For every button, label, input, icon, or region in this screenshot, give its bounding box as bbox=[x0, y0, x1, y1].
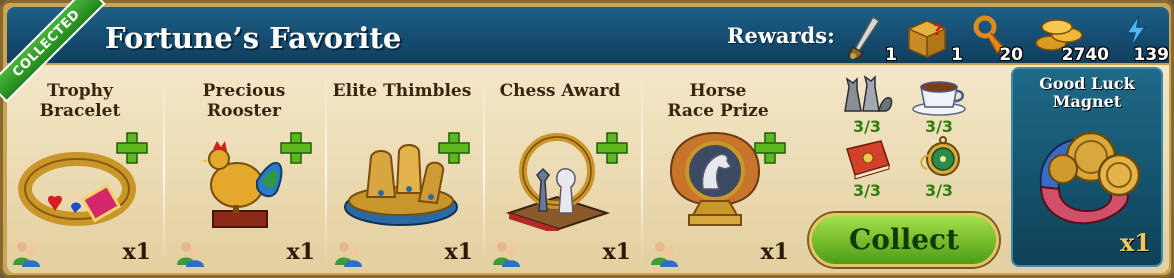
add-item-icon[interactable] bbox=[753, 131, 787, 165]
reward-count: 2740 bbox=[1061, 45, 1109, 65]
panel-header: Fortune’s Favorite Rewards: 1 ? 1 20 274… bbox=[7, 7, 1169, 65]
divider bbox=[163, 71, 165, 267]
ask-friends-icon[interactable] bbox=[649, 239, 679, 267]
item-precious-rooster[interactable]: Precious Rooster x1 bbox=[167, 71, 321, 273]
reward-count: 1 bbox=[885, 45, 897, 65]
collect-button[interactable]: Collect bbox=[809, 213, 999, 267]
reward-mystery-chest: ? 1 bbox=[903, 13, 963, 65]
red-book-icon bbox=[846, 140, 890, 180]
ask-friends-icon[interactable] bbox=[175, 239, 205, 267]
pocket-watch-icon bbox=[920, 136, 960, 176]
reward-count: 1 bbox=[951, 45, 963, 65]
collection-count: 3/3 bbox=[924, 181, 954, 200]
ask-friends-icon[interactable] bbox=[491, 239, 521, 267]
final-reward-name: Good Luck Magnet bbox=[1039, 74, 1135, 111]
ask-friends-icon[interactable] bbox=[11, 239, 41, 267]
reward-key: 20 bbox=[971, 13, 1023, 65]
mystery-chest-icon: ? bbox=[907, 20, 947, 59]
item-elite-thimbles[interactable]: Elite Thimbles x1 bbox=[325, 71, 479, 273]
svg-text:?: ? bbox=[933, 20, 942, 39]
item-name: Horse Race Prize bbox=[667, 81, 769, 121]
item-horse-race-prize[interactable]: Horse Race Prize x1 bbox=[641, 71, 795, 273]
dagger-icon bbox=[847, 15, 881, 60]
cats-figurine-icon bbox=[844, 75, 893, 112]
add-item-icon[interactable] bbox=[115, 131, 149, 165]
item-quantity: x1 bbox=[602, 239, 631, 265]
add-item-icon[interactable] bbox=[279, 131, 313, 165]
collection-count: 3/3 bbox=[852, 181, 882, 200]
collection-panel: Fortune’s Favorite Rewards: 1 ? 1 20 274… bbox=[0, 0, 1174, 278]
collection-count: 3/3 bbox=[924, 117, 954, 136]
ask-friends-icon[interactable] bbox=[333, 239, 363, 267]
add-item-icon[interactable] bbox=[437, 131, 471, 165]
collection-teacup[interactable]: 3/3 bbox=[909, 71, 969, 136]
item-name: Precious Rooster bbox=[202, 81, 286, 121]
collection-pocket-watch[interactable]: 3/3 bbox=[909, 135, 969, 200]
collection-cats[interactable]: 3/3 bbox=[837, 71, 897, 136]
reward-energy: 139 bbox=[1121, 13, 1169, 65]
item-quantity: x1 bbox=[444, 239, 473, 265]
final-reward-card: Good Luck Magnet x1 bbox=[1011, 67, 1163, 267]
reward-count: 20 bbox=[999, 45, 1023, 65]
final-reward-quantity: x1 bbox=[1119, 228, 1151, 257]
energy-bolt-icon bbox=[1125, 14, 1147, 48]
collection-count: 3/3 bbox=[852, 117, 882, 136]
add-item-icon[interactable] bbox=[595, 131, 629, 165]
rewards-label: Rewards: bbox=[727, 23, 835, 48]
reward-coins: 2740 bbox=[1033, 13, 1109, 65]
reward-count: 139 bbox=[1133, 45, 1170, 65]
item-name: Trophy Bracelet bbox=[39, 81, 121, 121]
item-quantity: x1 bbox=[760, 239, 789, 265]
collection-title: Fortune’s Favorite bbox=[105, 21, 402, 55]
item-quantity: x1 bbox=[286, 239, 315, 265]
collection-red-book[interactable]: 3/3 bbox=[837, 135, 897, 200]
teacup-icon bbox=[912, 81, 966, 116]
item-trophy-bracelet[interactable]: Trophy Bracelet x1 bbox=[3, 71, 157, 273]
reward-dagger: 1 bbox=[843, 13, 897, 65]
item-name: Elite Thimbles bbox=[332, 81, 472, 101]
item-chess-award[interactable]: Chess Award x1 bbox=[483, 71, 637, 273]
item-quantity: x1 bbox=[122, 239, 151, 265]
item-name: Chess Award bbox=[499, 81, 621, 101]
